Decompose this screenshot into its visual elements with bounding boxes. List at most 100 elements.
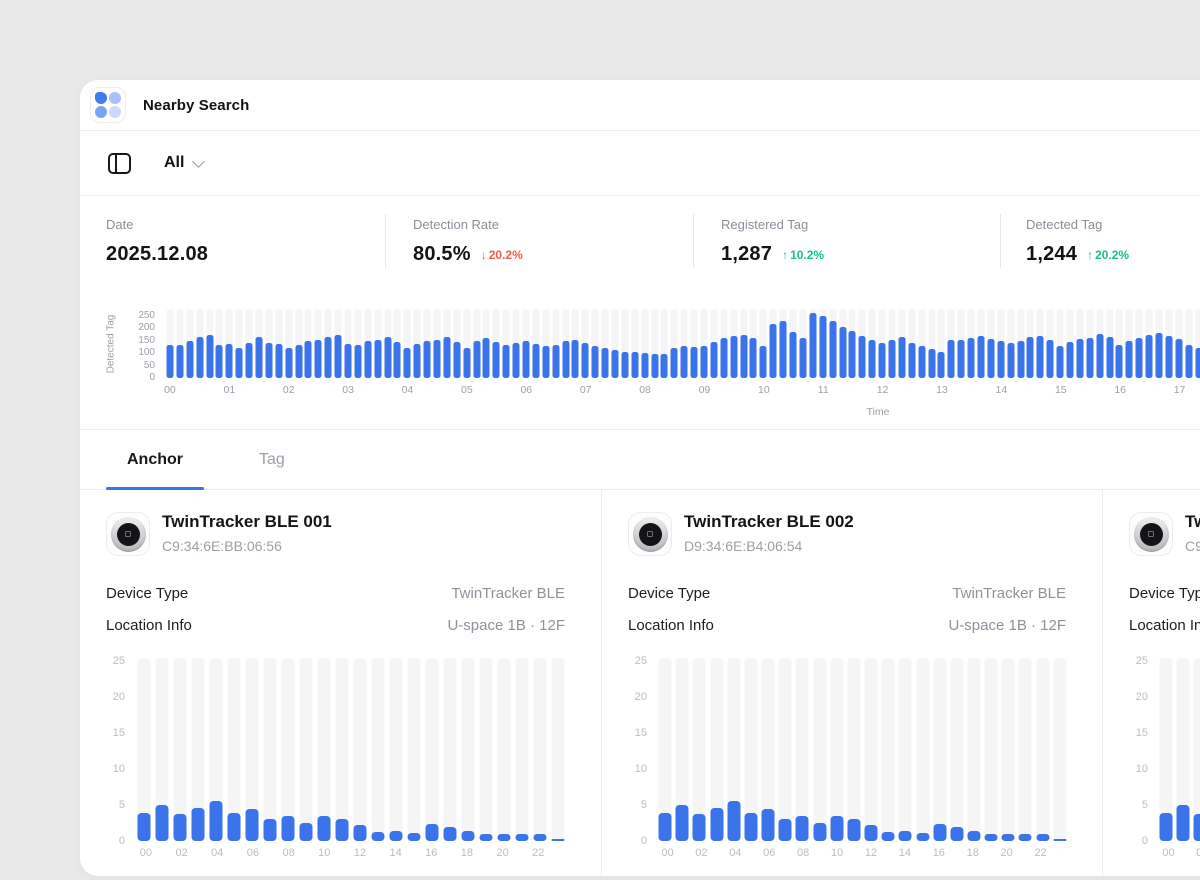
stats-row: Date 2025.12.08 Detection Rate 80.5% ↓ 2… xyxy=(80,196,1200,290)
tab-tag[interactable]: Tag xyxy=(238,430,306,489)
chart-bar xyxy=(1195,348,1200,378)
chart-bar-slot xyxy=(788,309,798,378)
device-card[interactable]: TwinTracker BLE 001 C9:34:6E:BB:06:56 De… xyxy=(80,490,601,876)
chart-bar-slot xyxy=(323,309,333,378)
chart-bar xyxy=(353,825,366,841)
mini-chart-plot xyxy=(1160,658,1200,841)
chart-bar-track xyxy=(1036,658,1049,841)
chart-bar-slot xyxy=(498,658,511,841)
main-chart-plot xyxy=(165,309,1200,378)
mini-chart-plot xyxy=(659,658,1066,841)
x-tick-label: 10 xyxy=(318,847,330,859)
chart-bar-slot xyxy=(600,309,610,378)
chart-bar-slot xyxy=(966,309,976,378)
chart-bar-slot xyxy=(1174,309,1184,378)
chart-bar xyxy=(462,831,475,841)
x-tick-label: 08 xyxy=(797,847,809,859)
chart-bar xyxy=(166,345,173,378)
x-tick-label: 10 xyxy=(758,384,770,396)
chart-bar-slot xyxy=(650,309,660,378)
chart-bar-track xyxy=(335,658,348,841)
chart-bar xyxy=(813,823,826,841)
chart-bar xyxy=(344,344,351,378)
chart-bar-slot xyxy=(951,658,963,841)
chart-bar xyxy=(602,348,609,378)
chart-bar-slot xyxy=(1054,658,1066,841)
y-tick-label: 25 xyxy=(1136,655,1148,667)
stat-value: 2025.12.08 xyxy=(106,243,208,266)
chart-bar-slot xyxy=(848,658,860,841)
chart-bar xyxy=(263,819,276,841)
app-title: Nearby Search xyxy=(143,97,249,114)
stat-delta-down: ↓ 20.2% xyxy=(481,248,523,262)
filter-dropdown[interactable]: All xyxy=(164,154,203,172)
chart-bar-track xyxy=(1053,658,1066,841)
detected-tag-chart: Detected Tag 050100150200250 00010203040… xyxy=(80,290,1200,430)
y-tick-label: 5 xyxy=(641,799,647,811)
chart-bar xyxy=(552,839,565,841)
chart-bar-slot xyxy=(758,309,768,378)
chart-bar xyxy=(236,348,243,378)
chart-bar xyxy=(463,348,470,378)
x-tick-label: 06 xyxy=(247,847,259,859)
chart-bar-track xyxy=(408,658,421,841)
chart-bar-slot xyxy=(996,309,1006,378)
stat-detected-tag: Detected Tag 1,244 ↑ 20.2% xyxy=(1000,196,1200,290)
chart-bar-slot xyxy=(254,309,264,378)
chart-bar xyxy=(582,343,589,378)
chart-bar-slot xyxy=(521,309,531,378)
sidebar-toggle-icon[interactable] xyxy=(108,153,131,174)
chart-bar-track xyxy=(426,658,439,841)
chart-bar-track xyxy=(830,658,843,841)
toolbar: All xyxy=(80,131,1200,196)
y-tick-label: 250 xyxy=(138,310,155,321)
chart-bar xyxy=(621,352,628,378)
chart-bar xyxy=(933,824,946,841)
chart-bar-slot xyxy=(402,309,412,378)
device-hourly-chart: 0510152025 000204060810121416182022 xyxy=(628,658,1066,864)
chart-bar xyxy=(898,337,905,378)
y-tick-label: 5 xyxy=(119,799,125,811)
chart-bar xyxy=(701,346,708,378)
chart-bar xyxy=(899,831,912,841)
chart-bar xyxy=(562,341,569,378)
x-tick-label: 06 xyxy=(520,384,532,396)
chart-bar-slot xyxy=(1025,309,1035,378)
chart-bar-track xyxy=(480,658,493,841)
stat-detection-rate: Detection Rate 80.5% ↓ 20.2% xyxy=(385,196,693,290)
chart-bar xyxy=(275,344,282,378)
chart-bar-slot xyxy=(659,658,671,841)
chart-bar-slot xyxy=(768,309,778,378)
chart-bar xyxy=(498,834,511,841)
chart-bar xyxy=(693,814,706,841)
field-label: Device Type xyxy=(106,585,188,602)
chart-bar xyxy=(1017,341,1024,378)
y-tick-label: 100 xyxy=(138,347,155,358)
chart-bar-slot xyxy=(561,309,571,378)
device-card[interactable]: TwinTracker BLE 002 D9:34:6E:B4:06:54 De… xyxy=(601,490,1102,876)
chart-bar-slot xyxy=(676,658,688,841)
chart-bar xyxy=(285,348,292,378)
tab-anchor[interactable]: Anchor xyxy=(106,430,204,489)
chart-bar-slot xyxy=(462,309,472,378)
chart-bar xyxy=(839,327,846,378)
stat-label: Detected Tag xyxy=(1026,217,1200,232)
x-tick-label: 20 xyxy=(496,847,508,859)
chart-bar xyxy=(404,348,411,378)
chart-bar-slot xyxy=(1065,309,1075,378)
chart-bar-slot xyxy=(1177,658,1189,841)
chart-bar-track xyxy=(813,658,826,841)
app-header: Nearby Search xyxy=(80,80,1200,131)
arrow-up-icon: ↑ xyxy=(782,248,788,262)
chart-bar-slot xyxy=(749,309,759,378)
chart-bar xyxy=(987,339,994,378)
chart-bar-slot xyxy=(1184,309,1194,378)
device-card-header: TwinTracker BLE 003 C9:34:6E:BB:06:58 xyxy=(1129,512,1200,556)
chart-bar-slot xyxy=(669,309,679,378)
chart-bar-slot xyxy=(1115,309,1125,378)
device-card[interactable]: TwinTracker BLE 003 C9:34:6E:BB:06:58 De… xyxy=(1102,490,1200,876)
chart-bar-slot xyxy=(838,309,848,378)
chart-bar xyxy=(1066,342,1073,378)
chart-bar-slot xyxy=(1105,309,1115,378)
chart-bar xyxy=(809,313,816,378)
